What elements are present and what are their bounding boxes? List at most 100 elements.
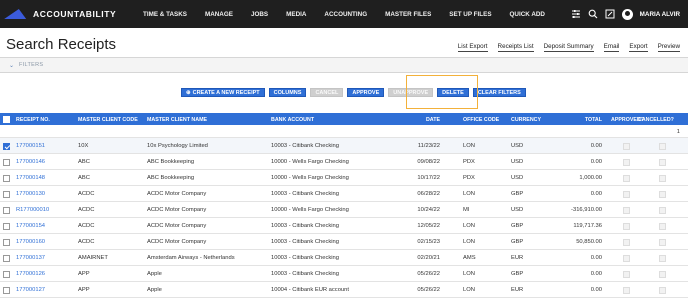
column-header-date[interactable]: DATE	[398, 117, 440, 123]
cell-date: 10/17/22	[417, 175, 440, 181]
receipt-link[interactable]: 177000160	[16, 239, 76, 245]
cell-currency: EUR	[511, 287, 524, 293]
table-row[interactable]: 177000126 APP Apple 10003 - Citibank Checki…	[0, 266, 688, 282]
nav-item-accounting[interactable]: ACCOUNTING	[315, 11, 376, 18]
column-header-bank-account[interactable]: BANK ACCOUNT	[271, 117, 396, 123]
columns-button[interactable]: COLUMNS	[268, 88, 307, 97]
cancelled-checkbox[interactable]	[659, 238, 666, 246]
cell-currency: GBP	[511, 271, 524, 277]
table-row[interactable]: 177000127 APP Apple 10004 - Citibank EUR ac…	[0, 282, 688, 298]
cancelled-checkbox[interactable]	[659, 190, 666, 198]
column-header-total[interactable]: TOTAL	[560, 117, 602, 123]
nav-item-quick-add[interactable]: QUICK ADD	[501, 11, 554, 18]
cell-total: 0.00	[590, 271, 602, 277]
cancelled-checkbox[interactable]	[659, 286, 666, 294]
receipt-link[interactable]: 177000127	[16, 287, 76, 293]
row-checkbox[interactable]	[3, 222, 10, 230]
nav-item-manage[interactable]: MANAGE	[196, 11, 242, 18]
approved-checkbox[interactable]	[623, 206, 630, 214]
cell-total: -316,910.00	[571, 207, 602, 213]
email-link[interactable]: Email	[603, 43, 620, 52]
cell-currency: GBP	[511, 223, 524, 229]
approve-button[interactable]: APPROVE	[347, 88, 385, 97]
row-checkbox[interactable]	[3, 174, 10, 182]
approved-checkbox[interactable]	[623, 270, 630, 278]
receipts-list-link[interactable]: Receipts List	[497, 43, 534, 52]
table-row[interactable]: R177000010 ACDC ACDC Motor Company 10000 - …	[0, 202, 688, 218]
receipt-link[interactable]: 177000148	[16, 175, 76, 181]
receipt-link[interactable]: 177000137	[16, 255, 76, 261]
nav-item-jobs[interactable]: JOBS	[242, 11, 277, 18]
highlight-box	[406, 75, 478, 109]
filters-label: FILTERS	[19, 62, 44, 68]
cell-office: LON	[463, 191, 475, 197]
receipt-link[interactable]: 177000126	[16, 271, 76, 277]
approved-checkbox[interactable]	[623, 286, 630, 294]
table-row[interactable]: 177000151 10X 10x Psychology Limited 10003 …	[0, 138, 688, 154]
row-checkbox[interactable]	[3, 190, 10, 198]
user-name[interactable]: MARIA ALVIR	[640, 11, 680, 18]
row-checkbox[interactable]	[3, 158, 10, 166]
table-row[interactable]: 177000146 ABC ABC Bookkeeping 10000 - Wells…	[0, 154, 688, 170]
approved-checkbox[interactable]	[623, 190, 630, 198]
table-row[interactable]: 177000160 ACDC ACDC Motor Company 10003 - C…	[0, 234, 688, 250]
approved-checkbox[interactable]	[623, 142, 630, 150]
column-header-master-client-name[interactable]: MASTER CLIENT NAME	[147, 117, 267, 123]
list-export-link[interactable]: List Export	[457, 43, 488, 52]
cancelled-checkbox[interactable]	[659, 254, 666, 262]
row-checkbox[interactable]	[3, 286, 10, 294]
table-row[interactable]: 177000137 AMAIRNET Amsterdam Airways - Net…	[0, 250, 688, 266]
filters-toggle[interactable]: ⌄ FILTERS	[0, 58, 688, 72]
cell-bank: 10003 - Citibank Checking	[271, 271, 339, 277]
table-row[interactable]: 177000154 ACDC ACDC Motor Company 10003 - C…	[0, 218, 688, 234]
clear-filters-button[interactable]: CLEAR FILTERS	[472, 88, 526, 97]
cell-office: AMS	[463, 255, 476, 261]
create-receipt-button[interactable]: ⊕ CREATE A NEW RECEIPT	[181, 88, 265, 97]
cancelled-checkbox[interactable]	[659, 142, 666, 150]
select-all-checkbox[interactable]	[3, 115, 10, 123]
row-checkbox[interactable]	[3, 254, 10, 262]
column-header-cancelled[interactable]: CANCELLED?	[638, 117, 685, 123]
receipt-link[interactable]: 177000146	[16, 159, 76, 165]
expand-icon[interactable]	[605, 9, 615, 19]
preview-link[interactable]: Preview	[657, 43, 680, 52]
column-header-receipt-no[interactable]: RECEIPT NO.	[16, 117, 76, 123]
deposit-summary-link[interactable]: Deposit Summary	[543, 43, 594, 52]
cancelled-checkbox[interactable]	[659, 222, 666, 230]
cancelled-checkbox[interactable]	[659, 206, 666, 214]
nav-item-set-up-files[interactable]: SET UP FILES	[440, 11, 500, 18]
receipt-link[interactable]: 177000154	[16, 223, 76, 229]
row-checkbox[interactable]	[3, 142, 10, 150]
column-header-currency[interactable]: CURRENCY	[511, 117, 556, 123]
sliders-icon[interactable]	[571, 9, 581, 19]
table-row[interactable]: 177000148 ABC ABC Bookkeeping 10000 - Wells…	[0, 170, 688, 186]
table-row[interactable]: 177000130 ACDC ACDC Motor Company 10003 - C…	[0, 186, 688, 202]
search-icon[interactable]	[588, 9, 598, 19]
nav-item-time-tasks[interactable]: TIME & TASKS	[134, 11, 196, 18]
approved-checkbox[interactable]	[623, 254, 630, 262]
cell-code: APP	[78, 271, 90, 277]
column-header-master-client-code[interactable]: MASTER CLIENT CODE	[78, 117, 144, 123]
cell-date: 06/28/22	[417, 191, 440, 197]
cancelled-checkbox[interactable]	[659, 158, 666, 166]
export-link[interactable]: Export	[629, 43, 648, 52]
row-checkbox[interactable]	[3, 270, 10, 278]
row-checkbox[interactable]	[3, 238, 10, 246]
cell-total: 0.00	[590, 143, 602, 149]
nav-item-master-files[interactable]: MASTER FILES	[376, 11, 440, 18]
approved-checkbox[interactable]	[623, 238, 630, 246]
receipt-link[interactable]: R177000010	[16, 207, 76, 213]
column-header-office-code[interactable]: OFFICE CODE	[463, 117, 508, 123]
cancelled-checkbox[interactable]	[659, 174, 666, 182]
logo[interactable]: ACCOUNTABILITY	[4, 9, 124, 19]
receipt-link[interactable]: 177000151	[16, 143, 76, 149]
receipt-link[interactable]: 177000130	[16, 191, 76, 197]
cancelled-checkbox[interactable]	[659, 270, 666, 278]
approved-checkbox[interactable]	[623, 222, 630, 230]
nav-item-media[interactable]: MEDIA	[277, 11, 315, 18]
cancel-button[interactable]: CANCEL	[310, 88, 344, 97]
approved-checkbox[interactable]	[623, 158, 630, 166]
row-checkbox[interactable]	[3, 206, 10, 214]
approved-checkbox[interactable]	[623, 174, 630, 182]
avatar[interactable]	[621, 8, 633, 20]
